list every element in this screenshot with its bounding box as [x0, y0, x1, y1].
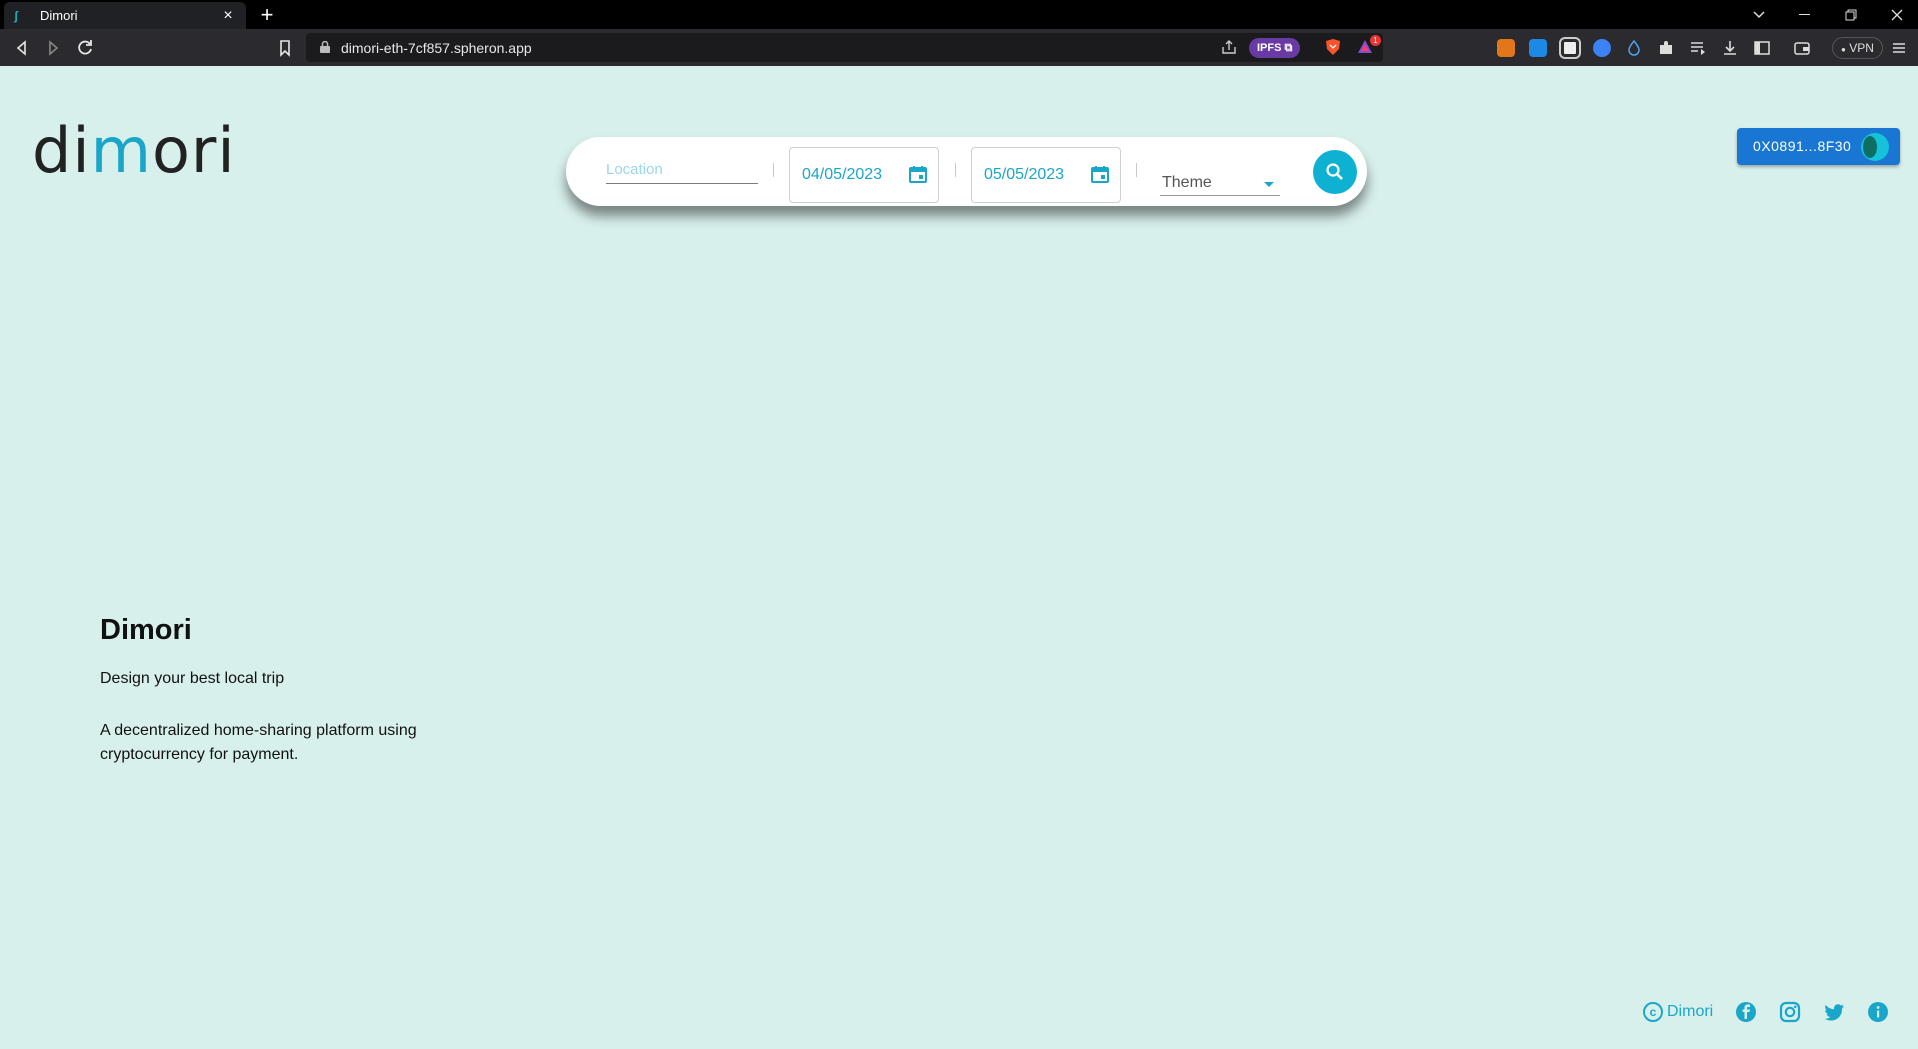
check-in-date-field[interactable]: 04/05/2023 — [789, 147, 939, 203]
url-text: dimori-eth-7cf857.spheron.app — [341, 40, 532, 56]
dimori-favicon-icon: ʃ — [14, 8, 18, 23]
divider — [1136, 163, 1137, 177]
metamask-extension-icon[interactable] — [1497, 39, 1515, 57]
lock-icon — [320, 41, 330, 53]
page-content: dimori Location 04/05/2023 05/05/2023 Th… — [0, 66, 1918, 1049]
browser-tab[interactable]: ʃ Dimori × — [4, 2, 246, 29]
twitter-icon[interactable] — [1823, 1001, 1845, 1023]
copyright-icon: c — [1643, 1002, 1663, 1022]
bookmark-icon[interactable] — [274, 37, 296, 59]
connected-wallet-button[interactable]: 0X0891...8F30 — [1737, 128, 1900, 165]
restore-window-button[interactable] — [1828, 0, 1874, 29]
calendar-icon[interactable] — [908, 164, 928, 184]
back-icon[interactable] — [11, 37, 33, 59]
footer: c Dimori — [1643, 1000, 1889, 1024]
vpn-button[interactable]: ● VPN — [1832, 37, 1883, 59]
new-tab-button[interactable]: + — [256, 2, 278, 28]
wallet-extension-icon[interactable] — [1529, 39, 1547, 57]
location-input[interactable]: Location — [606, 158, 758, 184]
dimori-logo[interactable]: dimori — [32, 114, 236, 187]
menu-icon[interactable] — [1890, 39, 1908, 57]
browser-tab-strip: ʃ Dimori × + — [0, 0, 1918, 29]
copyright-name: Dimori — [1667, 1003, 1714, 1020]
instagram-icon[interactable] — [1779, 1001, 1801, 1023]
qr-extension-icon[interactable] — [1559, 37, 1581, 59]
minimize-window-button[interactable] — [1782, 0, 1828, 29]
hero-title: Dimori — [100, 614, 192, 646]
tab-title: Dimori — [40, 8, 78, 23]
check-out-date-value: 05/05/2023 — [984, 166, 1065, 183]
facebook-icon[interactable] — [1735, 1001, 1757, 1023]
close-window-button[interactable] — [1874, 0, 1918, 29]
reload-icon[interactable] — [74, 37, 96, 59]
theme-select[interactable]: Theme — [1160, 170, 1280, 196]
search-button[interactable] — [1313, 150, 1357, 194]
check-out-date-field[interactable]: 05/05/2023 — [971, 147, 1121, 203]
dropdown-caret-icon — [1264, 182, 1274, 187]
sidebar-icon[interactable] — [1753, 39, 1771, 57]
share-icon[interactable] — [1220, 38, 1238, 56]
forward-icon[interactable] — [42, 37, 64, 59]
wallet-address: 0X0891...8F30 — [1753, 138, 1852, 154]
hero-subtitle: Design your best local trip — [100, 670, 285, 687]
extensions-puzzle-icon[interactable] — [1657, 39, 1675, 57]
tab-close-button[interactable]: × — [220, 7, 236, 25]
hero-description: A decentralized home-sharing platform us… — [100, 722, 417, 763]
divider — [955, 163, 956, 177]
reader-extension-icon[interactable] — [1593, 39, 1611, 57]
search-bar: Location 04/05/2023 05/05/2023 Theme — [566, 137, 1367, 206]
drop-extension-icon[interactable] — [1625, 39, 1643, 57]
calendar-icon[interactable] — [1090, 164, 1110, 184]
playlist-icon[interactable] — [1689, 39, 1707, 57]
divider — [773, 163, 774, 177]
address-bar[interactable]: dimori-eth-7cf857.spheron.app IPFS ⧉ 1 — [306, 33, 1383, 62]
info-icon[interactable] — [1867, 1001, 1889, 1023]
tab-search-chevron-icon[interactable] — [1736, 0, 1782, 29]
copyright: c Dimori — [1643, 1002, 1713, 1022]
search-icon — [1326, 163, 1343, 180]
wallet-avatar — [1861, 133, 1889, 161]
notification-badge: 1 — [1370, 35, 1381, 46]
check-in-date-value: 04/05/2023 — [802, 166, 883, 183]
brave-shields-icon[interactable] — [1324, 38, 1342, 56]
ipfs-badge[interactable]: IPFS ⧉ — [1249, 38, 1301, 58]
browser-toolbar: dimori-eth-7cf857.spheron.app IPFS ⧉ 1 ●… — [0, 29, 1918, 66]
download-icon[interactable] — [1721, 39, 1739, 57]
wallet-icon[interactable] — [1793, 39, 1811, 57]
theme-select-label: Theme — [1162, 174, 1212, 191]
